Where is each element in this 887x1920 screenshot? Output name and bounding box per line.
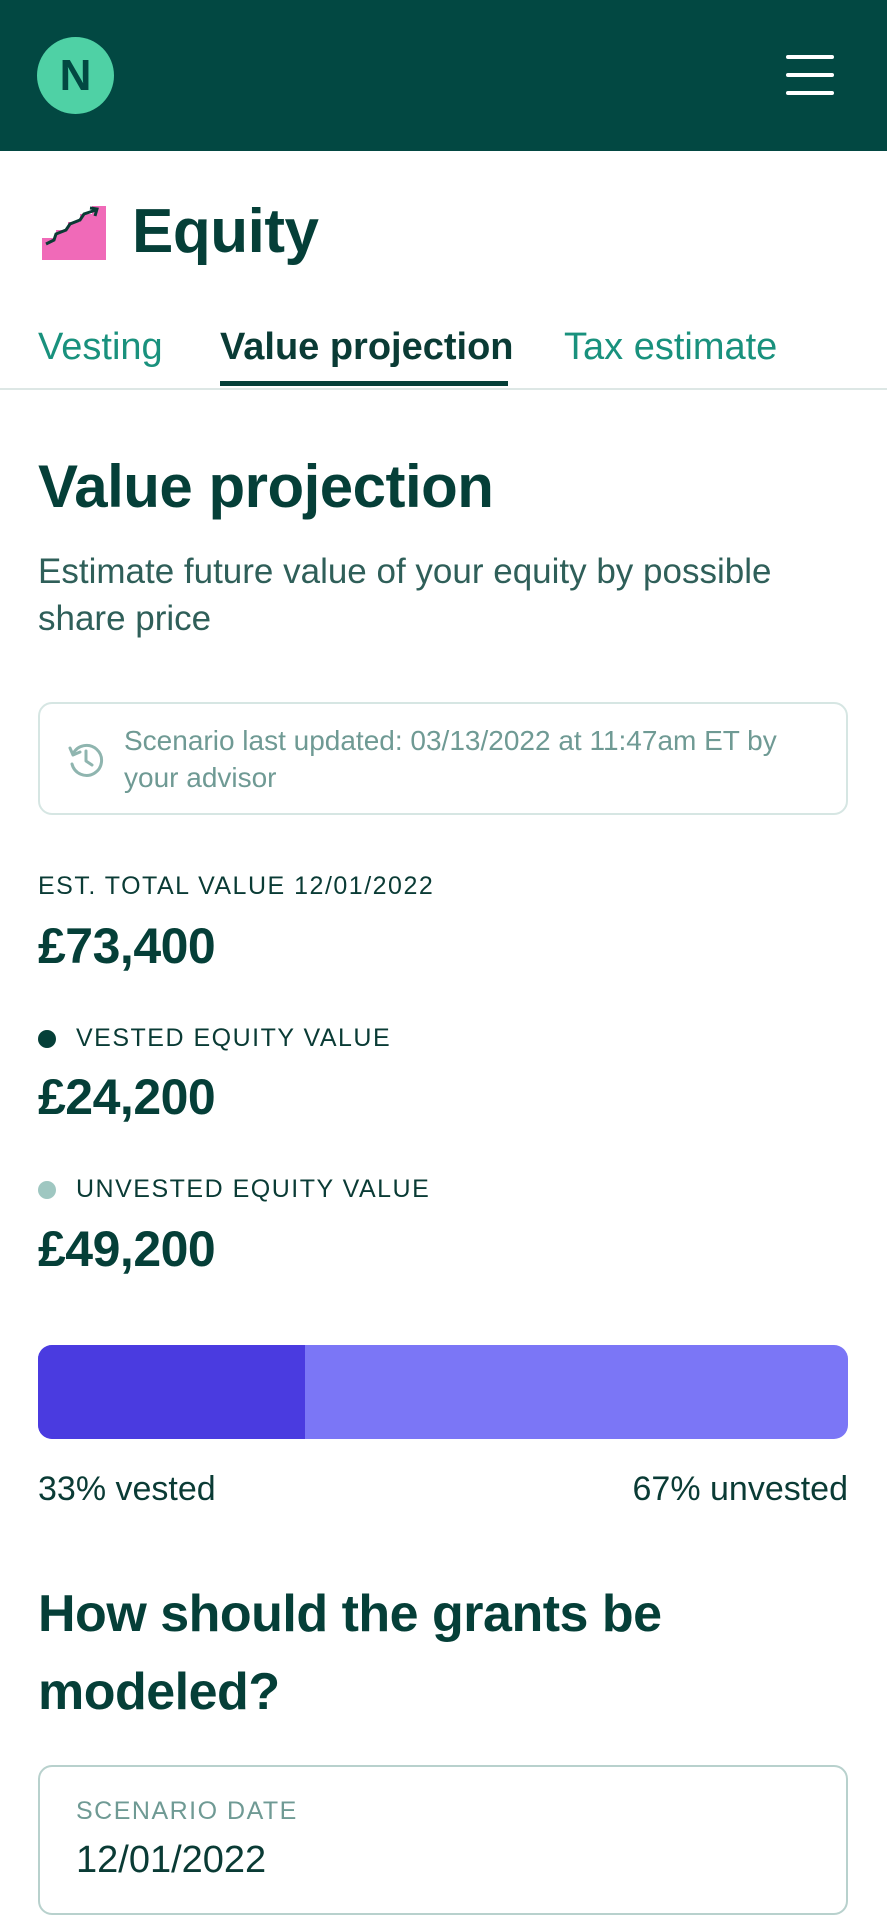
scenario-update-text: Scenario last updated: 03/13/2022 at 11:… <box>124 725 777 793</box>
total-value: £73,400 <box>38 918 216 974</box>
vested-percent-label: 33% vested <box>38 1470 216 1508</box>
section-title: Value projection <box>38 453 494 520</box>
history-clock-icon <box>68 743 104 777</box>
modeling-question: How should the grants be modeled? <box>38 1585 662 1721</box>
page-title: Equity <box>132 197 319 266</box>
vesting-progress-bar <box>38 1345 848 1439</box>
tab-vesting[interactable]: Vesting <box>38 326 163 369</box>
vested-portion <box>38 1345 306 1439</box>
section-subtitle: Estimate future value of your equity by … <box>38 552 772 638</box>
unvested-value: £49,200 <box>38 1221 216 1277</box>
scenario-date-value[interactable]: 12/01/2022 <box>76 1839 266 1882</box>
unvested-legend-dot <box>38 1181 56 1199</box>
vested-value: £24,200 <box>38 1069 216 1125</box>
logo-letter: N <box>59 50 92 100</box>
unvested-value-label: UNVESTED EQUITY VALUE <box>76 1175 431 1203</box>
app-logo[interactable]: N <box>37 37 114 114</box>
top-bar: N <box>0 0 887 151</box>
scenario-date-field[interactable]: SCENARIO DATE 12/01/2022 <box>38 1765 848 1915</box>
growth-stairs-icon <box>42 206 106 260</box>
tab-tax-estimate[interactable]: Tax estimate <box>564 326 777 369</box>
tab-value-projection[interactable]: Value projection <box>220 326 514 369</box>
scenario-date-label: SCENARIO DATE <box>76 1797 298 1825</box>
unvested-percent-label: 67% unvested <box>632 1470 849 1508</box>
total-value-label: EST. TOTAL VALUE 12/01/2022 <box>38 872 435 900</box>
hamburger-menu-icon[interactable] <box>786 55 836 95</box>
vested-value-label: VESTED EQUITY VALUE <box>76 1024 392 1052</box>
active-tab-indicator <box>220 381 508 386</box>
tab-bar: Vesting Value projection Tax estimate <box>0 320 887 390</box>
vested-legend-dot <box>38 1030 56 1048</box>
scenario-update-notice: Scenario last updated: 03/13/2022 at 11:… <box>38 702 848 815</box>
page: N Equity Vesting Value projection Tax es… <box>0 0 887 1920</box>
